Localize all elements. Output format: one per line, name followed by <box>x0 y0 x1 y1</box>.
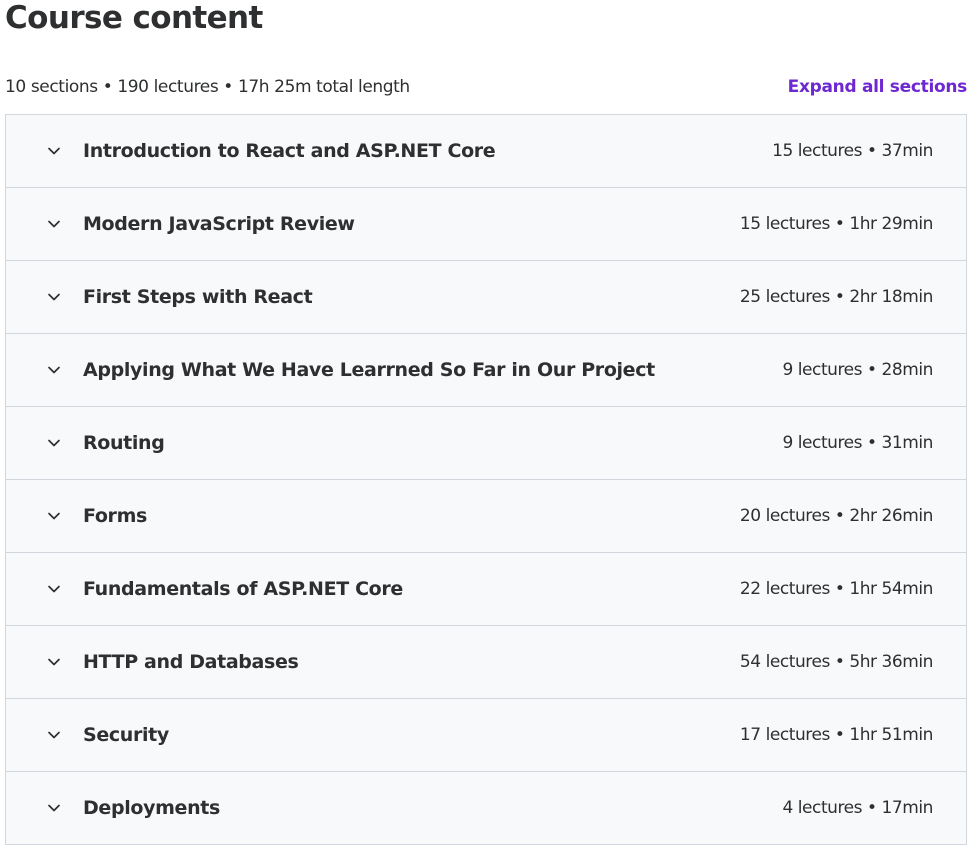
section-info: 9 lectures • 31min <box>782 433 933 453</box>
section-title: HTTP and Databases <box>83 651 299 673</box>
section-info: 15 lectures • 1hr 29min <box>739 214 934 234</box>
chevron-down-icon <box>46 581 62 597</box>
chevron-down-icon <box>46 143 62 159</box>
section-title: Fundamentals of ASP.NET Core <box>83 578 403 600</box>
chevron-down-icon <box>46 508 62 524</box>
section-info: 22 lectures • 1hr 54min <box>739 579 934 599</box>
section-info: 9 lectures • 28min <box>782 360 933 380</box>
section-info: 4 lectures • 17min <box>782 798 933 818</box>
section-info: 54 lectures • 5hr 36min <box>739 652 934 672</box>
section-row[interactable]: HTTP and Databases 54 lectures • 5hr 36m… <box>6 626 966 699</box>
chevron-down-icon <box>46 654 62 670</box>
expand-all-sections-button[interactable]: Expand all sections <box>788 72 968 102</box>
section-row[interactable]: Deployments 4 lectures • 17min <box>6 772 966 844</box>
section-title: Deployments <box>83 797 220 819</box>
section-row[interactable]: Applying What We Have Learrned So Far in… <box>6 334 966 407</box>
chevron-down-icon <box>46 800 62 816</box>
section-info: 25 lectures • 2hr 18min <box>739 287 934 307</box>
section-info: 20 lectures • 2hr 26min <box>739 506 934 526</box>
section-row[interactable]: Forms 20 lectures • 2hr 26min <box>6 480 966 553</box>
chevron-down-icon <box>46 362 62 378</box>
section-title: Security <box>83 724 169 746</box>
chevron-down-icon <box>46 435 62 451</box>
section-title: Introduction to React and ASP.NET Core <box>83 140 496 162</box>
section-title: Modern JavaScript Review <box>83 213 355 235</box>
section-info: 15 lectures • 37min <box>772 141 933 161</box>
chevron-down-icon <box>46 216 62 232</box>
course-summary: 10 sections • 190 lectures • 17h 25m tot… <box>5 77 410 97</box>
section-title: Applying What We Have Learrned So Far in… <box>83 359 655 381</box>
section-row[interactable]: Security 17 lectures • 1hr 51min <box>6 699 966 772</box>
section-title: Routing <box>83 432 165 454</box>
chevron-down-icon <box>46 727 62 743</box>
section-row[interactable]: Routing 9 lectures • 31min <box>6 407 966 480</box>
section-row[interactable]: First Steps with React 25 lectures • 2hr… <box>6 261 966 334</box>
section-row[interactable]: Fundamentals of ASP.NET Core 22 lectures… <box>6 553 966 626</box>
course-meta-bar: 10 sections • 190 lectures • 17h 25m tot… <box>5 72 967 102</box>
section-title: Forms <box>83 505 147 527</box>
sections-list: Introduction to React and ASP.NET Core 1… <box>5 114 967 845</box>
section-row[interactable]: Modern JavaScript Review 15 lectures • 1… <box>6 188 966 261</box>
chevron-down-icon <box>46 289 62 305</box>
section-info: 17 lectures • 1hr 51min <box>739 725 934 745</box>
section-title: First Steps with React <box>83 286 313 308</box>
section-row[interactable]: Introduction to React and ASP.NET Core 1… <box>6 115 966 188</box>
page-title: Course content <box>5 0 263 36</box>
